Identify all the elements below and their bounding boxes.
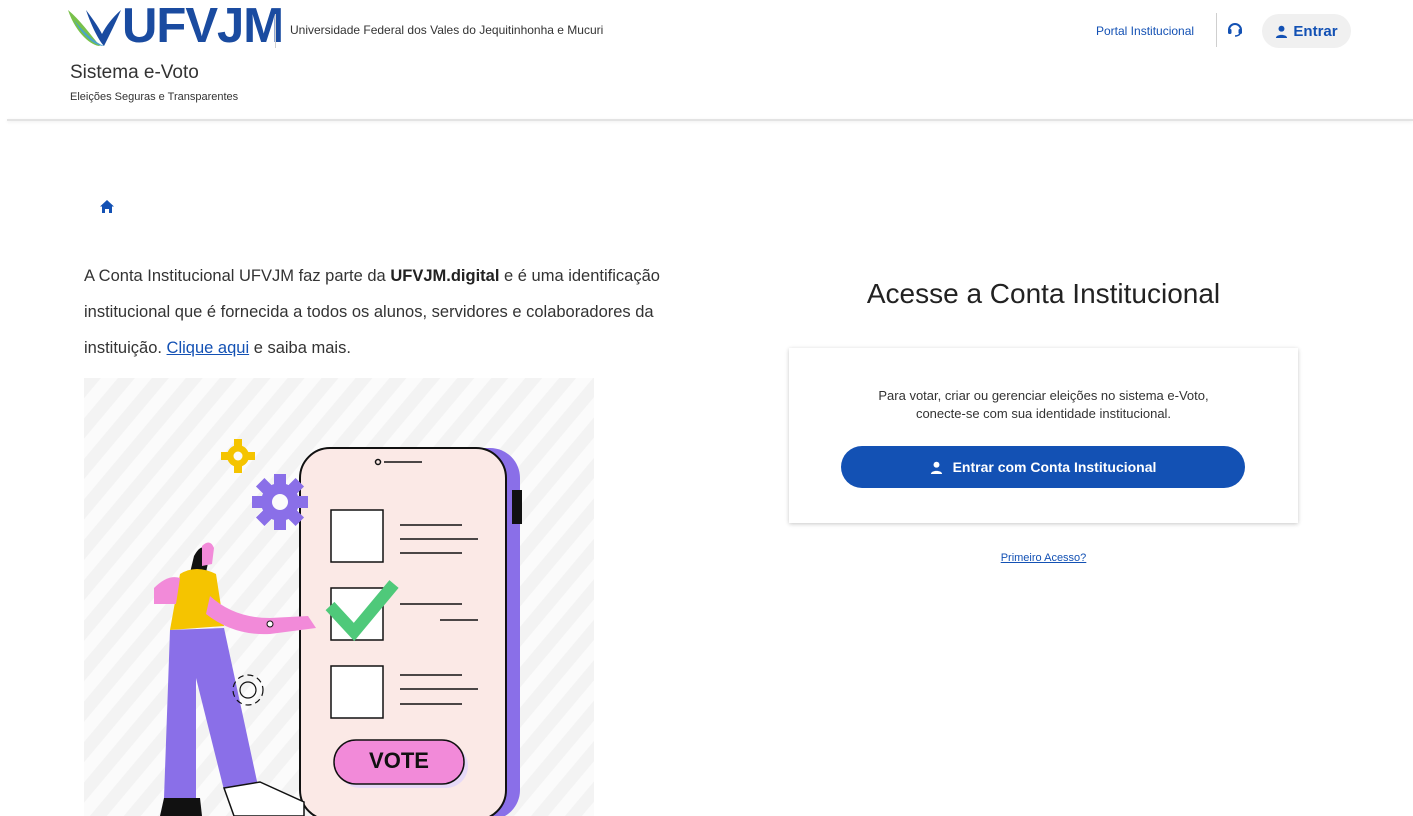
header-divider: [275, 14, 276, 48]
ufvjm-logo[interactable]: UFVJM: [66, 0, 284, 53]
home-icon[interactable]: [99, 199, 115, 214]
voting-illustration: VOTE: [84, 378, 594, 816]
user-icon: [930, 461, 942, 474]
logo-text: UFVJM: [122, 0, 284, 53]
header-shadow-line: [7, 119, 1413, 121]
portal-institucional-link[interactable]: Portal Institucional: [1096, 24, 1194, 38]
university-name: Universidade Federal dos Vales do Jequit…: [290, 23, 604, 37]
login-card-text: Para votar, criar ou gerenciar eleições …: [789, 387, 1298, 423]
header-login-label: Entrar: [1293, 22, 1338, 40]
header-login-button[interactable]: Entrar: [1262, 14, 1351, 48]
institutional-login-label: Entrar com Conta Institucional: [952, 459, 1157, 475]
institutional-login-button[interactable]: Entrar com Conta Institucional: [841, 446, 1245, 488]
first-access-link[interactable]: Primeiro Acesso?: [789, 552, 1298, 564]
intro-paragraph: A Conta Institucional UFVJM faz parte da…: [84, 258, 684, 366]
user-icon: [1276, 25, 1288, 38]
learn-more-link[interactable]: Clique aqui: [167, 339, 250, 357]
site-header: UFVJM Universidade Federal dos Vales do …: [0, 0, 1413, 121]
system-title: Sistema e-Voto: [70, 62, 199, 83]
intro-text-after: e saiba mais.: [249, 339, 351, 357]
vote-button-graphic: VOTE: [369, 748, 429, 773]
intro-bold: UFVJM.digital: [390, 267, 500, 285]
logo-mark-icon: [68, 10, 121, 46]
intro-text-before: A Conta Institucional UFVJM faz parte da: [84, 267, 391, 285]
headset-icon[interactable]: [1226, 20, 1244, 38]
card-text-line2: conecte-se com sua identidade institucio…: [915, 406, 1172, 421]
access-title: Acesse a Conta Institucional: [866, 278, 1221, 309]
header-divider-right: [1216, 13, 1217, 47]
login-card: Para votar, criar ou gerenciar eleições …: [789, 348, 1298, 523]
system-subtitle: Eleições Seguras e Transparentes: [70, 91, 239, 103]
card-text-line1: Para votar, criar ou gerenciar eleições …: [878, 388, 1209, 403]
